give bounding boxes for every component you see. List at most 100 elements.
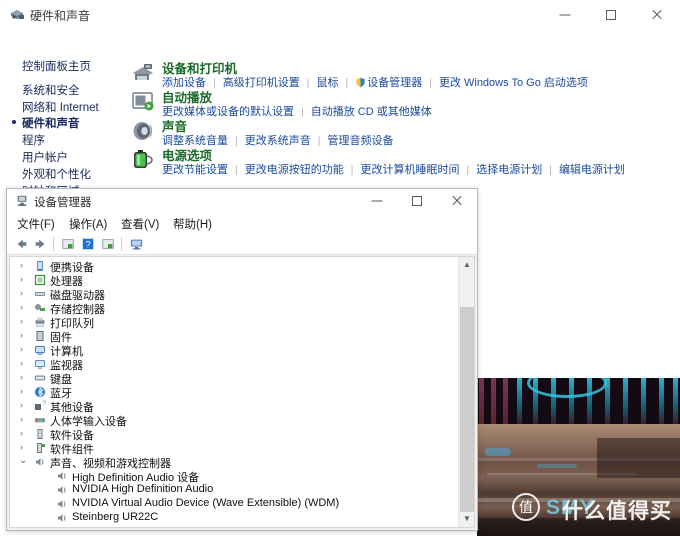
device-manager-title: 设备管理器: [34, 194, 92, 210]
maximize-button[interactable]: [588, 0, 634, 30]
tree-item[interactable]: NVIDIA High Definition Audio: [10, 483, 458, 497]
vertical-scrollbar[interactable]: ▲ ▼: [458, 257, 474, 527]
tree-item-expanded[interactable]: ⌄ 声音、视频和游戏控制器: [10, 455, 458, 469]
tree-item[interactable]: Steinberg UR22C: [10, 511, 458, 525]
sidebar-item-user-accounts[interactable]: 用户帐户: [22, 149, 68, 165]
tree-item[interactable]: › 便携设备: [10, 259, 458, 273]
tree-item-label: NVIDIA High Definition Audio: [72, 483, 213, 495]
link-device-manager[interactable]: 设备管理器: [367, 77, 422, 89]
link-manage-audio-devices[interactable]: 管理音频设备: [327, 135, 393, 147]
firmware-icon: [34, 330, 46, 342]
dm-maximize-button[interactable]: [397, 189, 437, 213]
link-windows-to-go[interactable]: 更改 Windows To Go 启动选项: [439, 77, 588, 89]
chevron-right-icon[interactable]: ›: [20, 344, 23, 354]
menu-view[interactable]: 查看(V): [121, 216, 159, 232]
link-choose-power-plan[interactable]: 选择电源计划: [476, 164, 542, 176]
link-separator: |: [463, 165, 474, 176]
menu-file[interactable]: 文件(F): [17, 216, 55, 232]
category-links: 更改节能设置 | 更改电源按钮的功能 | 更改计算机睡眠时间 | 选择电源计划 …: [162, 161, 625, 177]
watermark: 值 SMY 什么值得买: [500, 490, 680, 530]
device-manager-body: › 便携设备 › 处理器 › 磁盘驱动器 › 存储控制器: [9, 256, 475, 528]
sidebar-item-network-internet[interactable]: 网络和 Internet: [22, 99, 99, 115]
power-options-icon: [130, 147, 156, 173]
tree-item[interactable]: › 监视器: [10, 357, 458, 371]
device-tree[interactable]: › 便携设备 › 处理器 › 磁盘驱动器 › 存储控制器: [10, 257, 458, 527]
chevron-right-icon[interactable]: ›: [20, 386, 23, 396]
menu-action[interactable]: 操作(A): [69, 216, 107, 232]
disk-drive-icon: [34, 288, 46, 300]
tree-item[interactable]: NVIDIA Virtual Audio Device (Wave Extens…: [10, 497, 458, 511]
link-change-system-sounds[interactable]: 更改系统声音: [245, 135, 311, 147]
category-links: 更改媒体或设备的默认设置 | 自动播放 CD 或其他媒体: [162, 103, 432, 119]
tree-item[interactable]: › 打印队列: [10, 315, 458, 329]
tree-item[interactable]: › 处理器: [10, 273, 458, 287]
chevron-right-icon[interactable]: ›: [20, 526, 23, 527]
chevron-right-icon[interactable]: ›: [20, 288, 23, 298]
link-play-cd-other-media[interactable]: 自动播放 CD 或其他媒体: [311, 106, 432, 118]
link-advanced-printer-setup[interactable]: 高级打印机设置: [223, 77, 300, 89]
sidebar-item-home[interactable]: 控制面板主页: [22, 58, 91, 74]
chevron-right-icon[interactable]: ›: [20, 274, 23, 284]
link-change-power-saving[interactable]: 更改节能设置: [162, 164, 228, 176]
update-driver-icon[interactable]: [101, 237, 115, 251]
chevron-right-icon[interactable]: ›: [20, 316, 23, 326]
processor-icon: [34, 274, 46, 286]
maximize-icon: [606, 10, 616, 20]
tree-item[interactable]: › 蓝牙: [10, 385, 458, 399]
chevron-down-icon[interactable]: ⌄: [19, 455, 27, 466]
link-separator: |: [231, 165, 242, 176]
link-change-power-button[interactable]: 更改电源按钮的功能: [245, 164, 344, 176]
scan-hardware-icon[interactable]: [129, 237, 144, 251]
dm-close-button[interactable]: [437, 189, 477, 213]
sidebar-selected-bullet: [12, 120, 16, 124]
scroll-down-button[interactable]: ▼: [459, 511, 475, 527]
tree-item[interactable]: › 鼠标和其他指针设备: [10, 525, 458, 527]
chevron-right-icon[interactable]: ›: [20, 358, 23, 368]
bluetooth-icon: [34, 386, 46, 398]
menu-help[interactable]: 帮助(H): [173, 216, 212, 232]
tree-item[interactable]: › ? 其他设备: [10, 399, 458, 413]
sidebar-item-programs[interactable]: 程序: [22, 132, 45, 148]
dm-minimize-button[interactable]: [357, 189, 397, 213]
sound-controller-icon: [56, 470, 68, 482]
scroll-up-button[interactable]: ▲: [459, 257, 475, 273]
chevron-right-icon[interactable]: ›: [20, 428, 23, 438]
chevron-right-icon[interactable]: ›: [20, 260, 23, 270]
tree-item[interactable]: › 软件组件: [10, 441, 458, 455]
chevron-right-icon[interactable]: ›: [20, 330, 23, 340]
storage-controller-icon: [34, 302, 46, 314]
tree-item[interactable]: High Definition Audio 设备: [10, 469, 458, 483]
monitor-icon: [34, 358, 46, 370]
tree-item[interactable]: › 固件: [10, 329, 458, 343]
sidebar-item-hardware-sound[interactable]: 硬件和声音: [22, 115, 80, 131]
control-panel-titlebar: 硬件和声音: [0, 0, 680, 30]
tree-item[interactable]: › 软件设备: [10, 427, 458, 441]
sound-controller-icon: [56, 512, 68, 524]
properties-icon[interactable]: [61, 237, 75, 251]
print-queue-icon: [34, 316, 46, 328]
scrollbar-thumb[interactable]: [460, 307, 474, 512]
chevron-right-icon[interactable]: ›: [20, 372, 23, 382]
tree-item[interactable]: › 存储控制器: [10, 301, 458, 315]
link-separator: |: [425, 78, 436, 89]
tree-item[interactable]: › 计算机: [10, 343, 458, 357]
chevron-right-icon[interactable]: ›: [20, 414, 23, 424]
chevron-right-icon[interactable]: ›: [20, 400, 23, 410]
sidebar-item-system-security[interactable]: 系统和安全: [22, 82, 80, 98]
chevron-right-icon[interactable]: ›: [20, 442, 23, 452]
chevron-right-icon[interactable]: ›: [20, 302, 23, 312]
tree-item[interactable]: › 人体学输入设备: [10, 413, 458, 427]
forward-icon[interactable]: [33, 237, 47, 251]
link-mouse[interactable]: 鼠标: [316, 77, 338, 89]
help-icon[interactable]: ?: [81, 237, 95, 251]
minimize-button[interactable]: [542, 0, 588, 30]
back-icon[interactable]: [15, 237, 29, 251]
link-edit-power-plan[interactable]: 编辑电源计划: [559, 164, 625, 176]
link-change-sleep-time[interactable]: 更改计算机睡眠时间: [360, 164, 459, 176]
hardware-sound-icon: [10, 7, 26, 23]
tree-item[interactable]: › 键盘: [10, 371, 458, 385]
close-button[interactable]: [634, 0, 680, 30]
device-manager-menubar: 文件(F) 操作(A) 查看(V) 帮助(H): [7, 213, 477, 233]
sidebar-item-appearance[interactable]: 外观和个性化: [22, 166, 91, 182]
tree-item[interactable]: › 磁盘驱动器: [10, 287, 458, 301]
